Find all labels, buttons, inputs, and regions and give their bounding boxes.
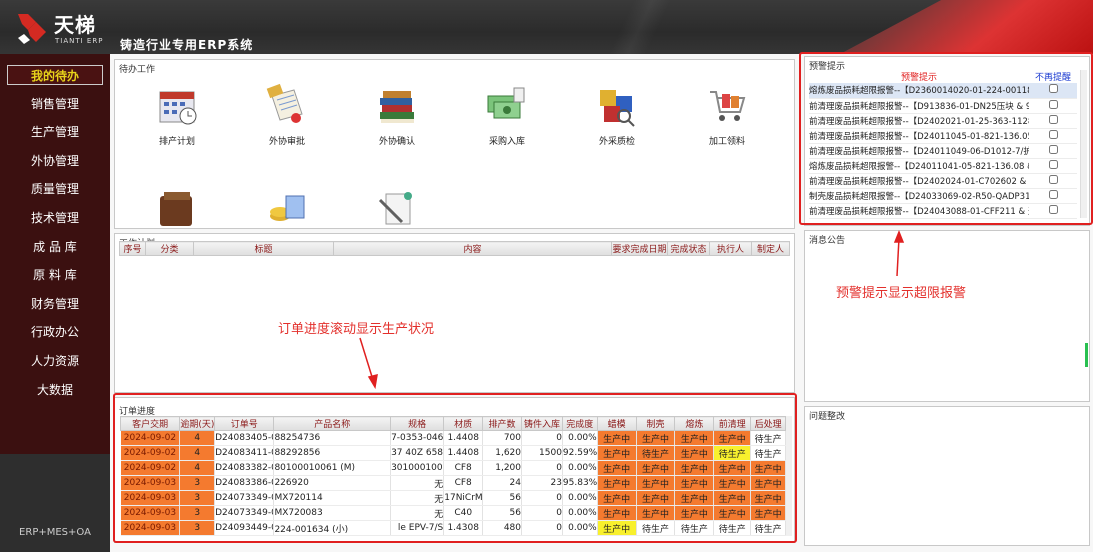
plan-col-header[interactable]: 制定人: [751, 241, 790, 256]
task-wallet[interactable]: [137, 186, 217, 238]
task-shopping-cart[interactable]: 加工领料: [687, 82, 767, 147]
plan-col-header[interactable]: 要求完成日期: [611, 241, 668, 256]
sidebar-item-10[interactable]: 人力资源: [7, 351, 103, 371]
quality-cubes-icon: [594, 82, 640, 128]
progress-annotation: 订单进度滚动显示生产状况: [278, 322, 435, 337]
task-approval-scroll[interactable]: 外协审批: [247, 82, 327, 147]
approval-scroll-icon: [264, 82, 310, 128]
shopping-cart-icon: [704, 82, 750, 128]
header-red-accent: [840, 0, 1093, 54]
sidebar-item-6[interactable]: 成 品 库: [7, 237, 103, 257]
sidebar-item-5[interactable]: 技术管理: [7, 208, 103, 228]
plan-col-header[interactable]: 内容: [333, 241, 612, 256]
todo-title: 待办工作: [119, 65, 156, 75]
cash-inbound-icon: [484, 82, 530, 128]
sidebar: 我的待办销售管理生产管理外协管理质量管理技术管理成 品 库原 料 库财务管理行政…: [0, 54, 110, 552]
sidebar-item-3[interactable]: 外协管理: [7, 151, 103, 171]
app-header: 天梯 TIANTI ERP 铸造行业专用ERP系统: [0, 0, 1093, 54]
sidebar-item-0[interactable]: 我的待办: [7, 65, 103, 85]
task-label: 采购入库: [488, 137, 525, 147]
plan-panel: 工作计划 序号分类标题内容要求完成日期完成状态执行人制定人: [114, 233, 795, 393]
plan-col-header[interactable]: 序号: [119, 241, 146, 256]
sidebar-item-11[interactable]: 大数据: [7, 380, 103, 400]
main-area: 待办工作 排产计划 外协审批 外协确认 采购入库 外采质检 加工领料 工作计划 序号分类标…: [110, 52, 1093, 552]
task-coins[interactable]: [247, 186, 327, 238]
plan-table: 序号 分类 标题 内容 要求完成日期 完成状态 执行人 制定人: [119, 241, 790, 256]
document-pen-icon: [374, 186, 420, 232]
sidebar-item-8[interactable]: 财务管理: [7, 294, 103, 314]
task-cash-inbound[interactable]: 采购入库: [467, 82, 547, 147]
plan-col-header[interactable]: 完成状态: [667, 241, 710, 256]
sidebar-item-7[interactable]: 原 料 库: [7, 265, 103, 285]
task-schedule-calendar[interactable]: 排产计划: [137, 82, 217, 147]
orders-highlight-box: [113, 393, 797, 543]
app-title: 铸造行业专用ERP系统: [120, 38, 254, 52]
notice-title: 消息公告: [809, 236, 846, 246]
plan-col-header[interactable]: 标题: [193, 241, 334, 256]
plan-col-header[interactable]: 分类: [145, 241, 194, 256]
notice-panel: 消息公告: [804, 230, 1090, 402]
task-label: 外采质检: [598, 137, 635, 147]
task-book-stack[interactable]: 外协确认: [357, 82, 437, 147]
task-document-pen[interactable]: [357, 186, 437, 238]
sidebar-footer: ERP+MES+OA: [19, 527, 91, 538]
sidebar-item-4[interactable]: 质量管理: [7, 179, 103, 199]
sidebar-item-1[interactable]: 销售管理: [7, 94, 103, 114]
task-label: 排产计划: [158, 137, 195, 147]
warning-annotation: 预警提示显示超限报警: [836, 286, 967, 301]
schedule-calendar-icon: [154, 82, 200, 128]
book-stack-icon: [374, 82, 420, 128]
wallet-icon: [154, 186, 200, 232]
coins-icon: [264, 186, 310, 232]
sidebar-item-2[interactable]: 生产管理: [7, 122, 103, 142]
logo-name: 天梯: [54, 13, 96, 37]
warning-highlight-box: [799, 52, 1093, 225]
task-label: 外协确认: [378, 137, 415, 147]
header-shine: [560, 0, 720, 54]
plan-col-header[interactable]: 执行人: [709, 241, 752, 256]
issues-title: 问题整改: [809, 412, 846, 422]
todo-panel: 待办工作 排产计划 外协审批 外协确认 采购入库 外采质检 加工领料: [114, 59, 795, 229]
issues-panel: 问题整改: [804, 406, 1090, 546]
sidebar-item-9[interactable]: 行政办公: [7, 322, 103, 342]
task-label: 外协审批: [268, 137, 305, 147]
notice-scroll-indicator[interactable]: [1085, 343, 1088, 367]
task-quality-cubes[interactable]: 外采质检: [577, 82, 657, 147]
logo-icon: [18, 14, 46, 44]
task-label: 加工领料: [708, 137, 745, 147]
logo-subtitle: TIANTI ERP: [55, 37, 104, 45]
